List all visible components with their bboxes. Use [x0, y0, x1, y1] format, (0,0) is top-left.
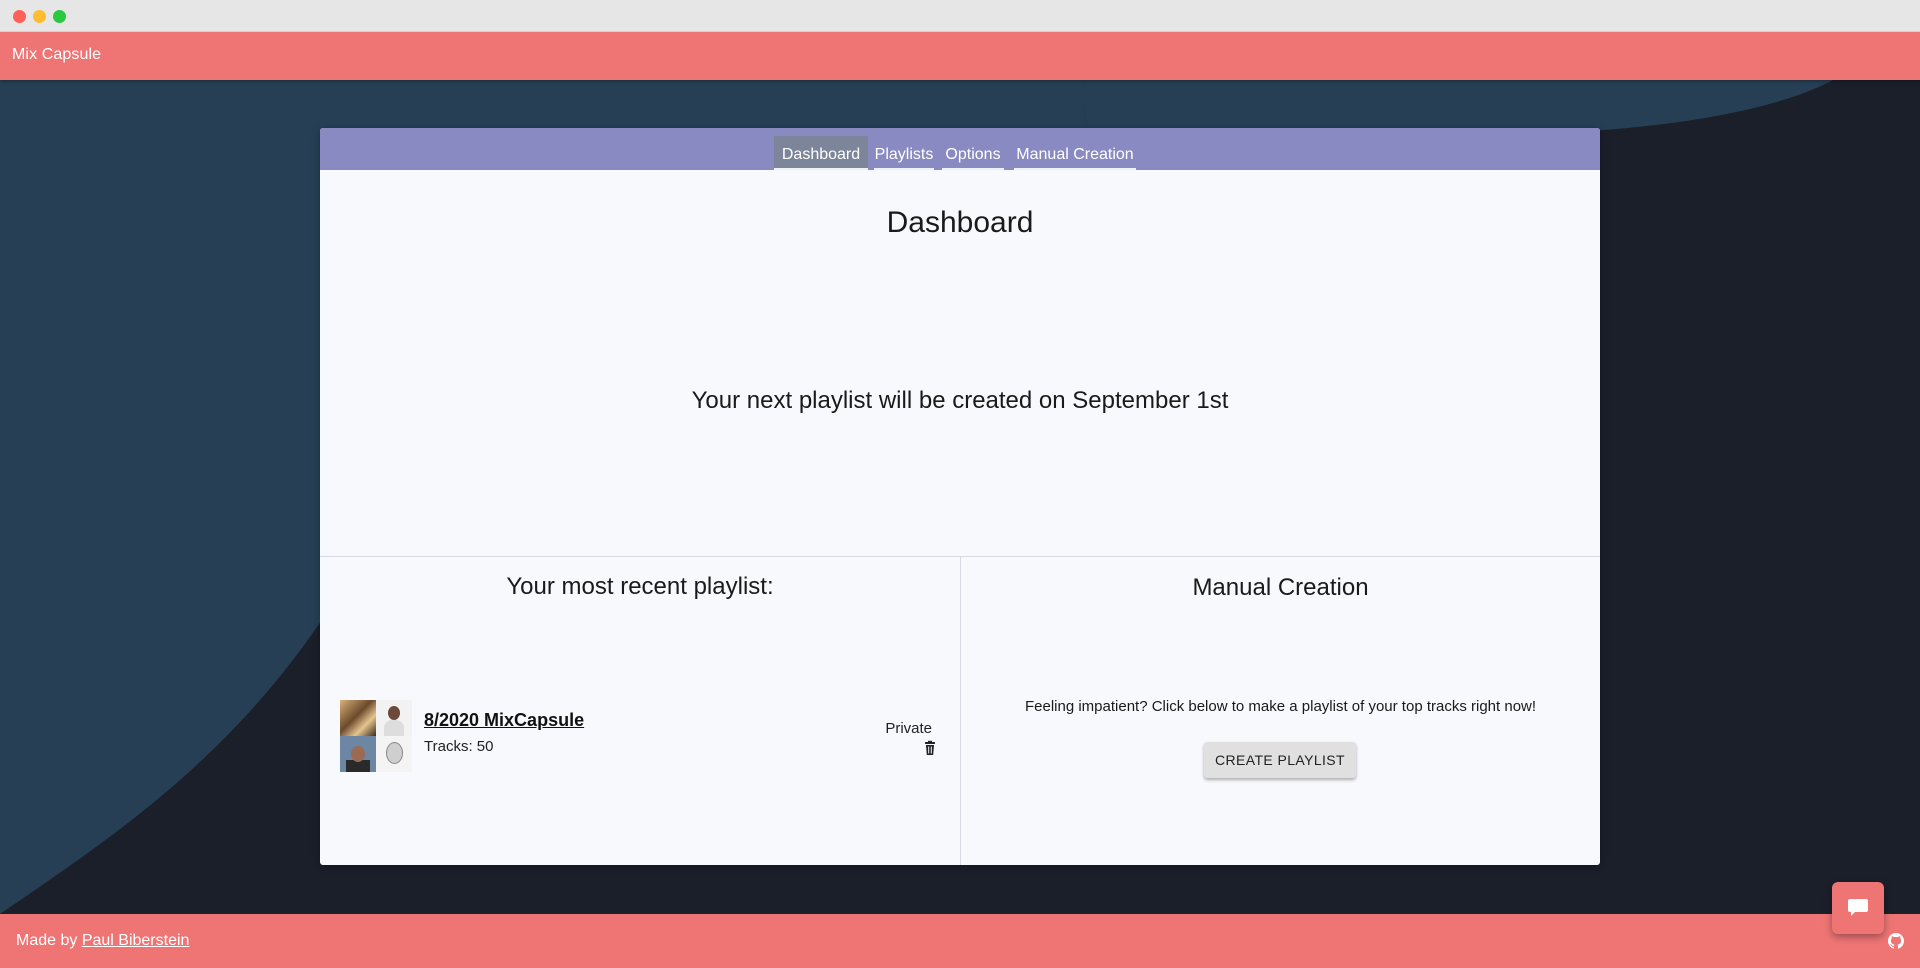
chat-icon [1848, 899, 1868, 916]
tab-manual-creation[interactable]: Manual Creation [1014, 136, 1136, 170]
app-bar: Mix Capsule [0, 32, 1920, 80]
footer: Made by Paul Biberstein [0, 914, 1920, 968]
made-by-label: Made by [16, 932, 82, 949]
cover-tile-4 [376, 736, 412, 772]
playlist-name-link[interactable]: 8/2020 MixCapsule [424, 710, 584, 731]
cover-tile-2 [376, 700, 412, 736]
manual-creation-description: Feeling impatient? Click below to make a… [1024, 698, 1537, 715]
recent-playlist-heading: Your most recent playlist: [506, 573, 774, 600]
cover-tile-3 [340, 736, 376, 772]
author-link[interactable]: Paul Biberstein [82, 932, 190, 949]
close-window-button[interactable] [13, 10, 26, 23]
github-icon[interactable] [1888, 933, 1904, 949]
create-playlist-button[interactable]: CREATE PLAYLIST [1204, 742, 1356, 778]
main-card: Dashboard Playlists Options Manual Creat… [320, 128, 1600, 865]
window-titlebar [0, 0, 1920, 32]
app-title[interactable]: Mix Capsule [12, 46, 101, 64]
chat-button[interactable] [1832, 882, 1884, 934]
trash-icon[interactable] [922, 740, 938, 756]
minimize-window-button[interactable] [33, 10, 46, 23]
cover-tile-1 [340, 700, 376, 736]
next-playlist-message: Your next playlist will be created on Se… [691, 387, 1229, 414]
maximize-window-button[interactable] [53, 10, 66, 23]
tab-dashboard[interactable]: Dashboard [774, 136, 868, 170]
tab-bar: Dashboard Playlists Options Manual Creat… [320, 128, 1600, 170]
tab-playlists[interactable]: Playlists [874, 136, 934, 170]
playlist-track-count: Tracks: 50 [424, 738, 494, 755]
page-title: Dashboard [886, 206, 1034, 239]
manual-creation-heading: Manual Creation [1192, 574, 1369, 601]
tab-options[interactable]: Options [942, 136, 1004, 170]
footer-credit: Made by Paul Biberstein [16, 932, 189, 950]
playlist-privacy: Private [885, 720, 932, 737]
playlist-cover[interactable] [340, 700, 412, 772]
